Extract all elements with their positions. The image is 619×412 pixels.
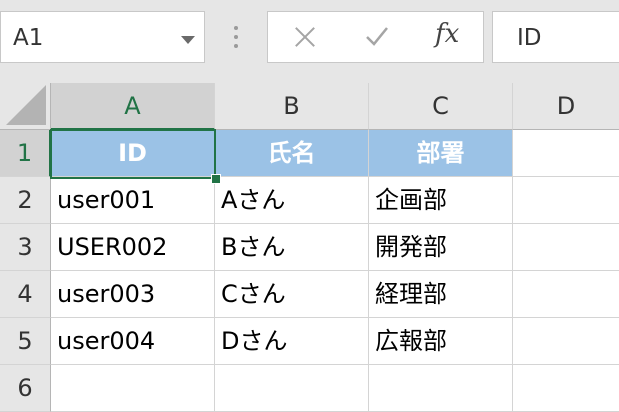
column-header-a[interactable]: A: [51, 83, 215, 130]
cell-a2[interactable]: user001: [51, 177, 215, 224]
fill-handle[interactable]: [211, 174, 221, 184]
insert-function-button[interactable]: fx: [435, 19, 459, 49]
name-box-value: A1: [13, 25, 44, 51]
row-header-1[interactable]: 1: [0, 130, 51, 177]
column-header-c[interactable]: C: [369, 83, 513, 130]
cell-a3[interactable]: USER002: [51, 224, 215, 271]
cell-b3[interactable]: Bさん: [215, 224, 369, 271]
cell-b1[interactable]: 氏名: [215, 130, 369, 177]
row-header-5[interactable]: 5: [0, 318, 51, 365]
name-box[interactable]: A1: [0, 11, 205, 63]
cell-a6[interactable]: [51, 365, 215, 412]
row-header-3[interactable]: 3: [0, 224, 51, 271]
cell-b5[interactable]: Dさん: [215, 318, 369, 365]
select-all-triangle-icon: [6, 85, 46, 125]
cancel-icon[interactable]: [292, 24, 318, 50]
cell-d6[interactable]: [513, 365, 619, 412]
cell-d4[interactable]: [513, 271, 619, 318]
cell-c4[interactable]: 経理部: [369, 271, 513, 318]
cell-b6[interactable]: [215, 365, 369, 412]
cell-c6[interactable]: [369, 365, 513, 412]
cell-a5[interactable]: user004: [51, 318, 215, 365]
formula-buttons: fx: [267, 11, 484, 63]
cell-d1[interactable]: [513, 130, 619, 177]
cell-b4[interactable]: Cさん: [215, 271, 369, 318]
cell-c2[interactable]: 企画部: [369, 177, 513, 224]
cell-d2[interactable]: [513, 177, 619, 224]
formula-input[interactable]: ID: [492, 11, 619, 63]
row-header-4[interactable]: 4: [0, 271, 51, 318]
cell-a1[interactable]: ID: [51, 130, 215, 177]
cell-a4[interactable]: user003: [51, 271, 215, 318]
cell-c1[interactable]: 部署: [369, 130, 513, 177]
drag-handle-icon[interactable]: [234, 26, 238, 48]
row-header-6[interactable]: 6: [0, 365, 51, 412]
row-header-2[interactable]: 2: [0, 177, 51, 224]
cell-b2[interactable]: Aさん: [215, 177, 369, 224]
column-header-b[interactable]: B: [215, 83, 369, 130]
select-all-button[interactable]: [0, 83, 51, 130]
chevron-down-icon[interactable]: [181, 36, 195, 44]
cell-d5[interactable]: [513, 318, 619, 365]
cell-c3[interactable]: 開発部: [369, 224, 513, 271]
cell-d3[interactable]: [513, 224, 619, 271]
cell-c5[interactable]: 広報部: [369, 318, 513, 365]
column-header-d[interactable]: D: [513, 83, 619, 130]
formula-content: ID: [517, 25, 542, 51]
enter-check-icon[interactable]: [365, 24, 389, 48]
